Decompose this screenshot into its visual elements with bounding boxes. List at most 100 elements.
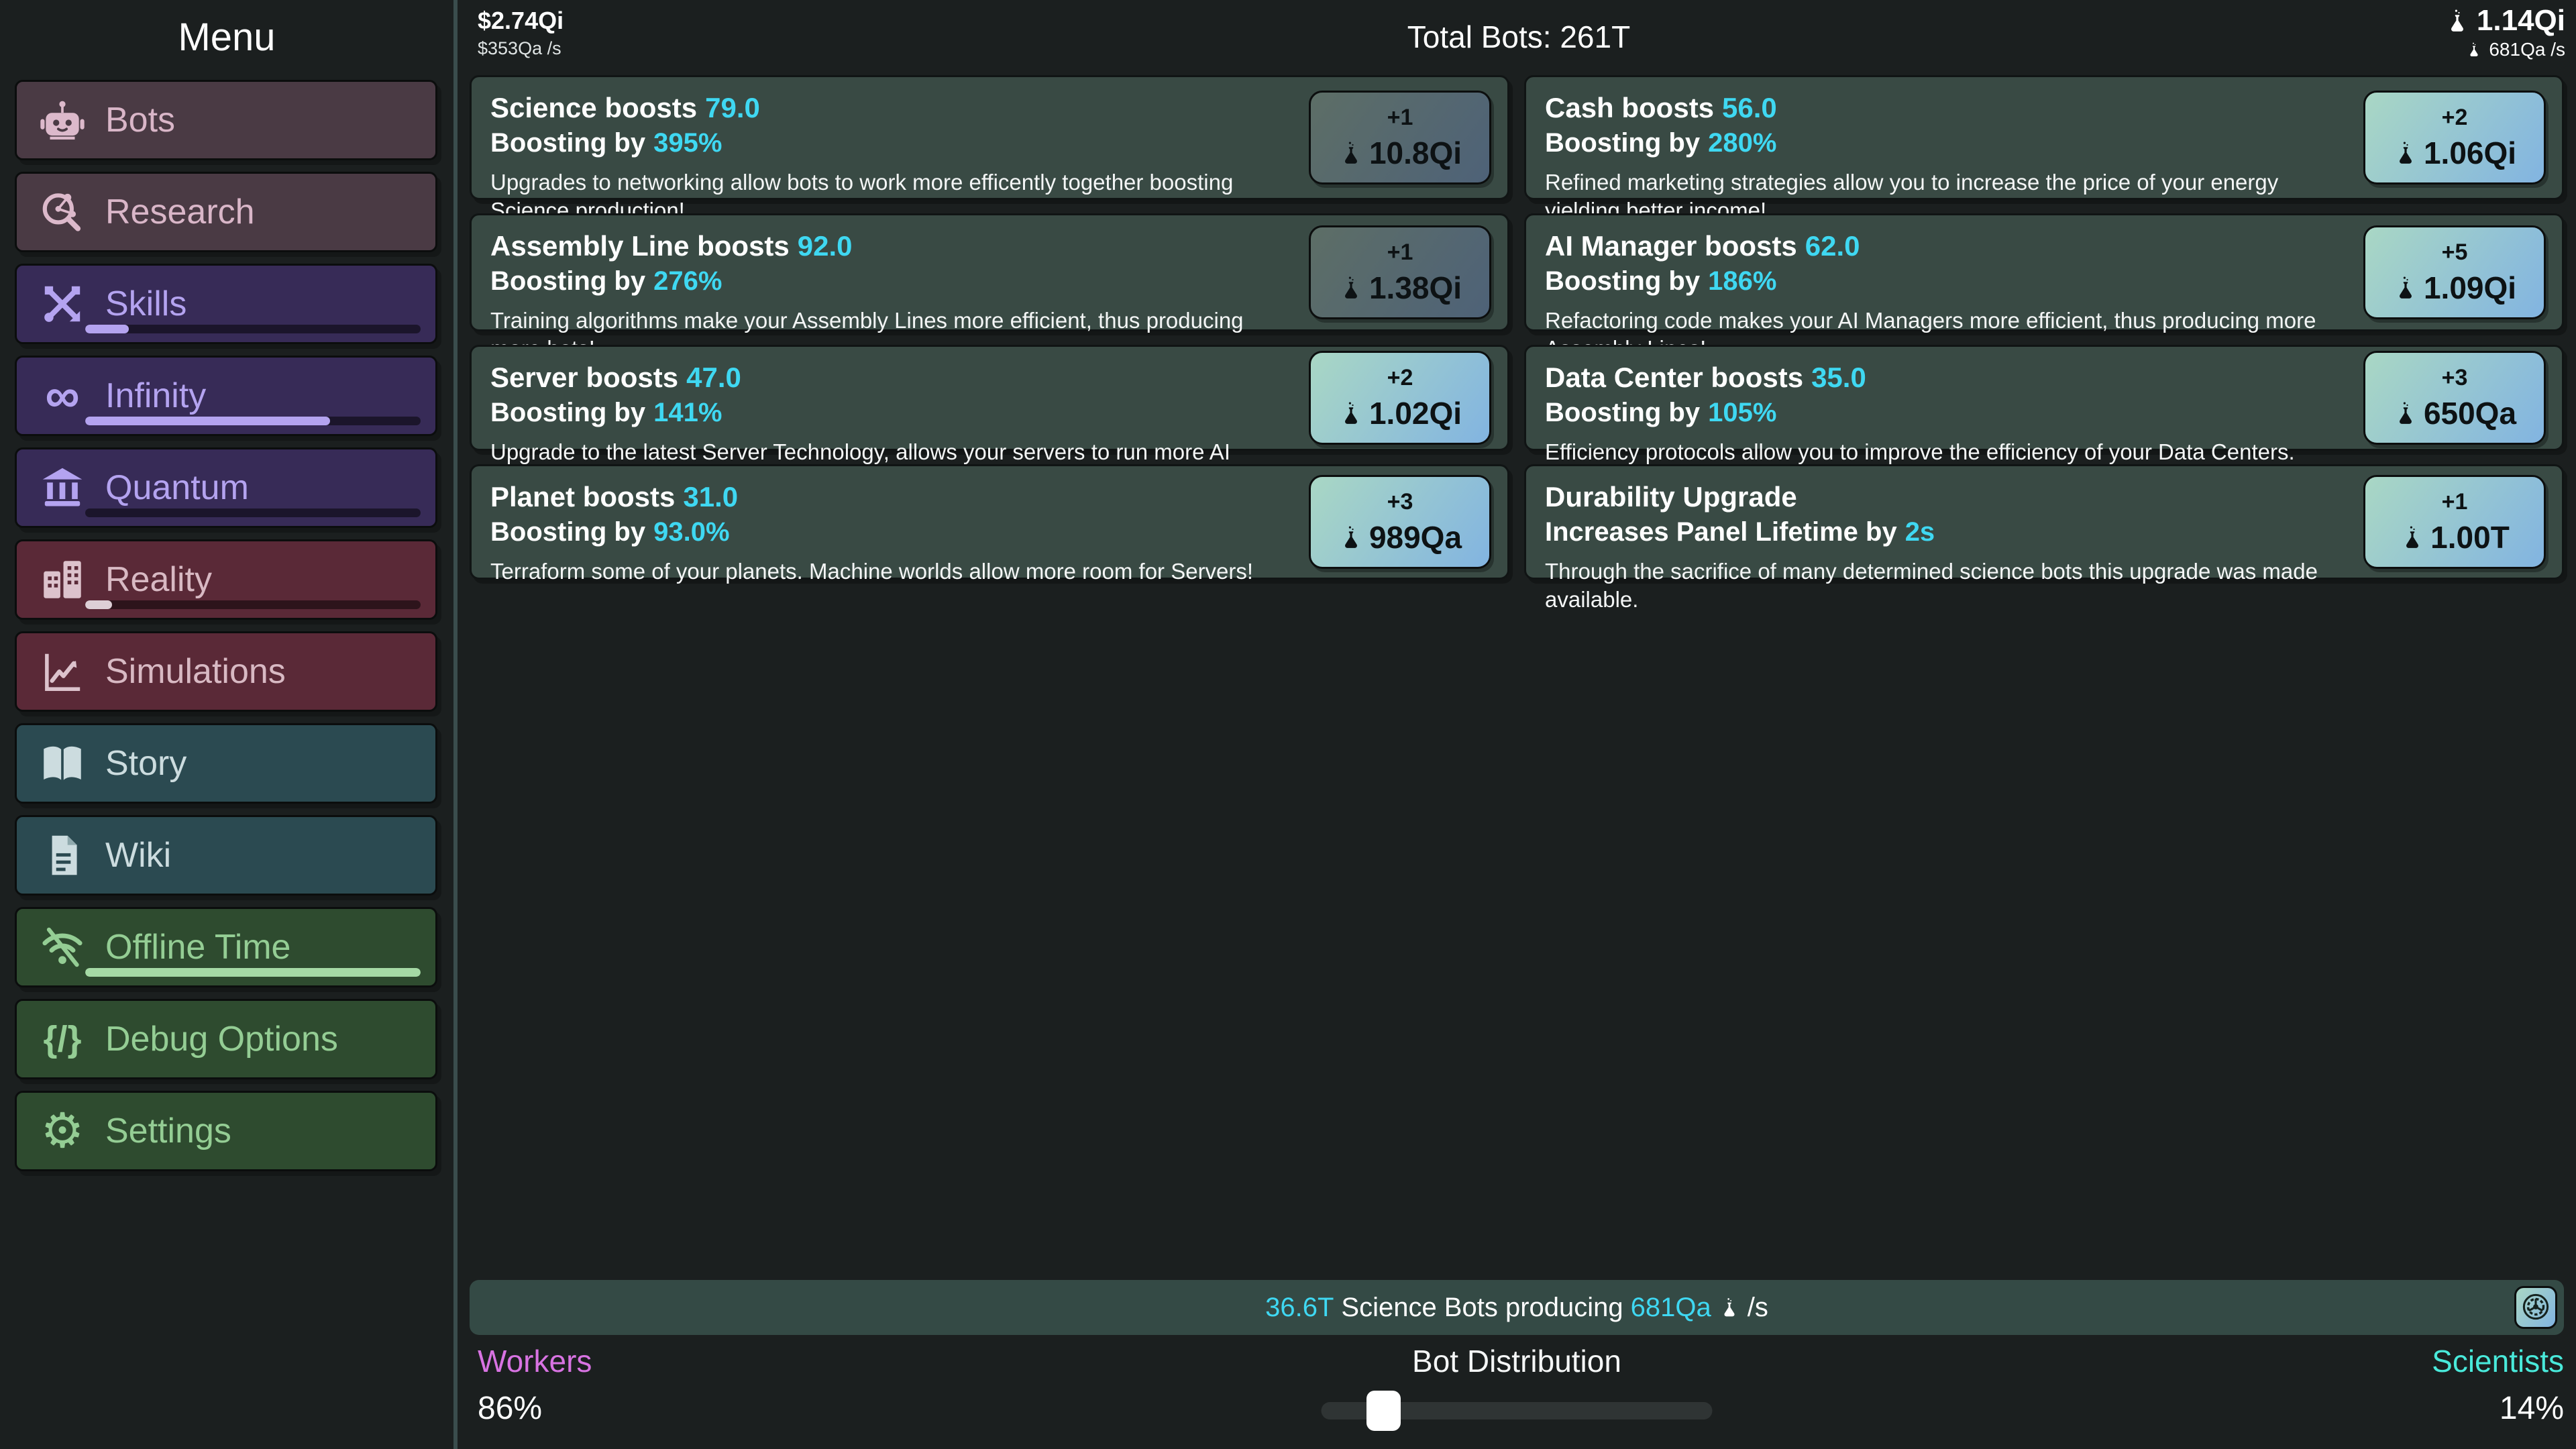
distribution-labels: Workers Bot Distribution Scientists [470, 1343, 2564, 1381]
upgrade-card-server-boosts: Server boosts47.0 Boosting by141% Upgrad… [470, 345, 1509, 451]
upgrade-title: Cash boosts56.0 [1545, 92, 2334, 124]
app-root: Menu Bots Research Skills ∞ Infinity [0, 0, 2576, 1449]
sidebar-item-label: Research [105, 192, 255, 232]
simulations-icon [36, 647, 89, 696]
sidebar-item-offline-time[interactable]: Offline Time [15, 907, 437, 987]
sidebar-item-debug-options[interactable]: {/} Debug Options [15, 999, 437, 1079]
automation-button[interactable] [2514, 1286, 2557, 1329]
upgrade-boost: Boosting by395% [490, 128, 1279, 158]
sidebar-item-simulations[interactable]: Simulations [15, 631, 437, 712]
sidebar-item-quantum[interactable]: Quantum [15, 447, 437, 528]
sidebar-item-label: Offline Time [105, 927, 290, 967]
automation-gear-icon [2520, 1291, 2551, 1324]
buy-button[interactable]: +3 650Qa [2363, 351, 2546, 445]
flask-icon [1338, 400, 1364, 426]
buy-button[interactable]: +1 1.00T [2363, 475, 2546, 569]
upgrade-card-science-boosts: Science boosts79.0 Boosting by395% Upgra… [470, 75, 1509, 200]
flask-icon [1338, 525, 1364, 550]
flask-icon [2445, 8, 2470, 34]
sidebar-item-label: Infinity [105, 376, 206, 416]
story-icon [36, 739, 89, 788]
main-area: $2.74Qi $353Qa /s Total Bots: 261T 1.14Q… [462, 0, 2576, 1449]
sidebar-item-skills[interactable]: Skills [15, 264, 437, 344]
research-icon [36, 187, 89, 237]
buy-button[interactable]: +2 1.02Qi [1309, 351, 1491, 445]
sidebar-item-reality[interactable]: Reality [15, 539, 437, 620]
reality-icon [36, 555, 89, 604]
skills-progress-bar [85, 325, 421, 333]
upgrade-card-data-center-boosts: Data Center boosts35.0 Boosting by105% E… [1524, 345, 2564, 451]
upgrade-description: Terraform some of your planets. Machine … [490, 557, 1279, 586]
total-bots-counter: Total Bots: 261T [462, 19, 2576, 55]
slider-thumb[interactable] [1366, 1391, 1401, 1431]
upgrade-boost: Boosting by93.0% [490, 517, 1279, 547]
quantum-progress-bar [85, 508, 421, 517]
sidebar-item-wiki[interactable]: Wiki [15, 815, 437, 896]
flask-icon [1719, 1297, 1740, 1318]
distribution-values: 86% 14% [470, 1390, 2564, 1433]
flask-icon [2393, 140, 2418, 166]
bot-distribution-slider[interactable] [1322, 1402, 1713, 1419]
workers-percentage: 86% [478, 1390, 542, 1427]
robot-icon [36, 95, 89, 145]
sidebar-item-label: Simulations [105, 651, 286, 692]
upgrade-card-durability-upgrade: Durability Upgrade Increases Panel Lifet… [1524, 464, 2564, 580]
sidebar-item-research[interactable]: Research [15, 172, 437, 252]
flask-icon [1338, 275, 1364, 301]
menu-title: Menu [0, 15, 453, 60]
offline-progress-bar [85, 968, 421, 977]
flask-icon [2466, 42, 2482, 58]
sidebar-item-label: Bots [105, 100, 175, 140]
sidebar-item-story[interactable]: Story [15, 723, 437, 804]
sidebar-item-label: Settings [105, 1111, 231, 1151]
science-rate: 681Qa /s [2489, 39, 2565, 60]
scientists-label: Scientists [2432, 1343, 2564, 1379]
flask-icon [2393, 400, 2418, 426]
sidebar-item-label: Story [105, 743, 186, 784]
buy-button[interactable]: +3 989Qa [1309, 475, 1491, 569]
upgrade-boost: Boosting by186% [1545, 266, 2334, 297]
quantum-icon [36, 463, 89, 513]
buy-button[interactable]: +2 1.06Qi [2363, 91, 2546, 184]
upgrade-description: Efficiency protocols allow you to improv… [1545, 438, 2334, 466]
infinity-progress-bar [85, 417, 421, 425]
bot-distribution-title: Bot Distribution [470, 1343, 2564, 1379]
upgrade-boost: Increases Panel Lifetime by2s [1545, 517, 2334, 547]
sidebar-item-settings[interactable]: ⚙ Settings [15, 1091, 437, 1171]
upgrade-card-assembly-line-boosts: Assembly Line boosts92.0 Boosting by276%… [470, 213, 1509, 331]
gear-icon: ⚙ [36, 1107, 89, 1155]
upgrade-boost: Boosting by141% [490, 398, 1279, 428]
upgrade-description: Through the sacrifice of many determined… [1545, 557, 2334, 614]
buy-button[interactable]: +1 10.8Qi [1309, 91, 1491, 184]
sidebar: Menu Bots Research Skills ∞ Infinity [0, 0, 458, 1449]
upgrade-boost: Boosting by280% [1545, 128, 2334, 158]
wiki-icon [36, 830, 89, 880]
sidebar-item-label: Wiki [105, 835, 171, 875]
science-amount: 1.14Qi [2477, 4, 2565, 38]
flask-icon [2400, 525, 2425, 550]
upgrade-title: Science boosts79.0 [490, 92, 1279, 124]
scientists-percentage: 14% [2500, 1390, 2564, 1427]
upgrade-card-cash-boosts: Cash boosts56.0 Boosting by280% Refined … [1524, 75, 2564, 200]
sidebar-item-bots[interactable]: Bots [15, 80, 437, 160]
flask-icon [1338, 140, 1364, 166]
science-status-bar: 36.6T Science Bots producing 681Qa /s [470, 1280, 2564, 1335]
upgrade-list: Science boosts79.0 Boosting by395% Upgra… [470, 75, 2564, 580]
status-suffix: /s [1748, 1293, 1768, 1323]
sidebar-item-infinity[interactable]: ∞ Infinity [15, 356, 437, 436]
status-text: Science Bots producing [1341, 1293, 1623, 1323]
sidebar-item-label: Skills [105, 284, 186, 324]
upgrade-title: Data Center boosts35.0 [1545, 362, 2334, 394]
upgrade-title: Durability Upgrade [1545, 481, 2334, 513]
buy-button[interactable]: +5 1.09Qi [2363, 225, 2546, 319]
upgrade-title: Planet boosts31.0 [490, 481, 1279, 513]
skills-icon [36, 279, 89, 329]
science-display: 1.14Qi 681Qa /s [2445, 4, 2565, 60]
sidebar-item-label: Reality [105, 559, 212, 600]
buy-button[interactable]: +1 1.38Qi [1309, 225, 1491, 319]
upgrade-card-planet-boosts: Planet boosts31.0 Boosting by93.0% Terra… [470, 464, 1509, 580]
upgrade-boost: Boosting by105% [1545, 398, 2334, 428]
science-production-rate: 681Qa [1631, 1293, 1711, 1323]
upgrade-title: AI Manager boosts62.0 [1545, 230, 2334, 262]
reality-progress-bar [85, 600, 421, 609]
